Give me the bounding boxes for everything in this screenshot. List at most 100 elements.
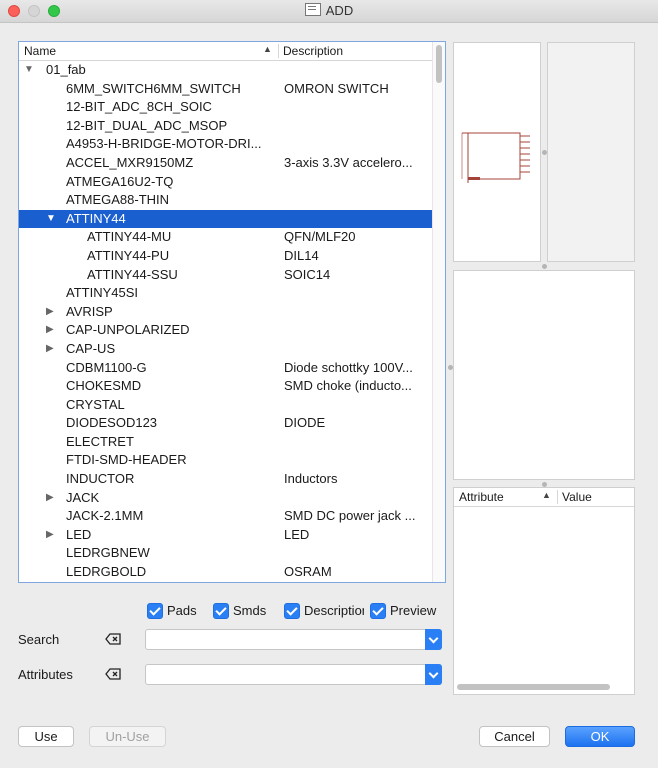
- tree-row[interactable]: DIODESOD123 DIODE: [19, 414, 433, 433]
- preview-bottom-handle[interactable]: [542, 264, 547, 269]
- ok-button[interactable]: OK: [565, 726, 635, 747]
- library-tree[interactable]: Name ▲ Description ▼ 01_fab 6MM_SWITCH6MM_…: [18, 41, 446, 583]
- attributes-label: Attributes: [18, 667, 73, 682]
- disclosure-expanded-icon[interactable]: ▼: [24, 61, 34, 80]
- use-button[interactable]: Use: [18, 726, 74, 747]
- tree-row[interactable]: INDUCTOR Inductors: [19, 470, 433, 489]
- tree-row[interactable]: FTDI-SMD-HEADER: [19, 451, 433, 470]
- tree-scroll-thumb[interactable]: [436, 45, 442, 83]
- tree-row[interactable]: ATTINY44-SSU SOIC14: [19, 266, 433, 285]
- search-combo[interactable]: [145, 629, 442, 650]
- attribute-table-header: Attribute ▲ Value: [454, 488, 634, 507]
- attributes-dropdown-button[interactable]: [425, 664, 442, 685]
- checkbox-checked-icon: [284, 603, 300, 619]
- tree-row-name: CAP-UNPOLARIZED: [66, 322, 190, 338]
- tree-row[interactable]: ▶ AVRISP: [19, 303, 433, 322]
- sort-ascending-icon: ▲: [542, 490, 551, 500]
- attributes-combo[interactable]: [145, 664, 442, 685]
- unuse-button[interactable]: Un-Use: [89, 726, 166, 747]
- window-title-area: ADD: [0, 3, 658, 18]
- window-title: ADD: [325, 3, 354, 18]
- tree-row-name: LEDRGBOLD: [66, 564, 147, 580]
- tree-row[interactable]: ▼ 01_fab: [19, 61, 433, 80]
- tree-row[interactable]: ▶ JACK: [19, 489, 433, 508]
- tree-row[interactable]: 6MM_SWITCH6MM_SWITCH OMRON SWITCH: [19, 80, 433, 99]
- tree-row-description: OMRON SWITCH: [284, 80, 389, 96]
- tree-row-name: CHOKESMD: [66, 378, 142, 394]
- tree-row-name: FTDI-SMD-HEADER: [66, 452, 187, 468]
- disclosure-collapsed-icon[interactable]: ▶: [46, 526, 54, 545]
- tree-row-name: INDUCTOR: [66, 471, 135, 487]
- tree-preview-split-handle[interactable]: [448, 365, 453, 370]
- name-column-header[interactable]: Name: [24, 44, 56, 58]
- tree-row-name: ATTINY44-PU: [87, 247, 170, 263]
- cancel-button[interactable]: Cancel: [479, 726, 550, 747]
- schematic-symbol-preview: [461, 132, 530, 183]
- tree-row[interactable]: CRYSTAL: [19, 396, 433, 415]
- tree-row[interactable]: ▶ LED LED: [19, 526, 433, 545]
- title-bar: ADD: [0, 0, 658, 23]
- clear-search-icon[interactable]: [105, 633, 121, 645]
- checkbox-checked-icon: [370, 603, 386, 619]
- tree-row-name: ATTINY44-SSU: [87, 266, 178, 282]
- tree-row[interactable]: ATTINY44-MU QFN/MLF20: [19, 228, 433, 247]
- tree-row[interactable]: CDBM1100-G Diode schottky 100V...: [19, 359, 433, 378]
- disclosure-collapsed-icon[interactable]: ▶: [46, 489, 54, 508]
- library-icon: [304, 3, 321, 16]
- disclosure-collapsed-icon[interactable]: ▶: [46, 303, 54, 322]
- tree-row-description: DIODE: [284, 415, 326, 431]
- tree-vertical-scrollbar[interactable]: [432, 42, 445, 582]
- tree-row-selected[interactable]: ▼ ATTINY44: [19, 209, 433, 229]
- tree-row-name: 12-BIT_DUAL_ADC_MSOP: [66, 117, 228, 133]
- tree-row-name: ATTINY44-MU: [87, 229, 172, 245]
- add-dialog: ADD Name ▲ Description ▼ 01_fab 6MM_SWITCH…: [0, 0, 658, 768]
- tree-row-name: JACK: [66, 489, 100, 505]
- column-divider[interactable]: [557, 490, 558, 504]
- clear-attributes-icon[interactable]: [105, 668, 121, 680]
- tree-row[interactable]: A4953-H-BRIDGE-MOTOR-DRI...: [19, 135, 433, 154]
- tree-row-description: SMD choke (inducto...: [284, 378, 412, 394]
- attribute-horizontal-scrollbar[interactable]: [457, 684, 610, 690]
- attribute-column-header[interactable]: Attribute: [459, 490, 504, 504]
- tree-rows: ▼ 01_fab 6MM_SWITCH6MM_SWITCH OMRON SWITCH 1…: [19, 61, 433, 582]
- checkbox-checked-icon: [213, 603, 229, 619]
- tree-row[interactable]: LEDRGBOLD OSRAM: [19, 563, 433, 582]
- tree-row[interactable]: JACK-2.1MM SMD DC power jack ...: [19, 507, 433, 526]
- search-dropdown-button[interactable]: [425, 629, 442, 650]
- tree-row-name: 6MM_SWITCH6MM_SWITCH: [66, 80, 241, 96]
- preview-split-handle[interactable]: [542, 150, 547, 155]
- tree-row-description: OSRAM: [284, 564, 332, 580]
- disclosure-collapsed-icon[interactable]: ▶: [46, 340, 54, 359]
- tree-row[interactable]: CHOKESMD SMD choke (inducto...: [19, 377, 433, 396]
- tree-row[interactable]: ATMEGA88-THIN: [19, 191, 433, 210]
- search-label: Search: [18, 632, 60, 647]
- tree-row[interactable]: LEDRGBNEW: [19, 544, 433, 563]
- tree-row[interactable]: 12-BIT_DUAL_ADC_MSOP: [19, 117, 433, 136]
- disclosure-expanded-icon[interactable]: ▼: [46, 210, 56, 229]
- value-column-header[interactable]: Value: [562, 490, 592, 504]
- tree-row-name: CAP-US: [66, 340, 116, 356]
- description-column-header[interactable]: Description: [283, 44, 343, 58]
- tree-row-description: Inductors: [284, 471, 338, 487]
- tree-row-name: CDBM1100-G: [66, 359, 147, 375]
- tree-row-description: Diode schottky 100V...: [284, 359, 413, 375]
- tree-row[interactable]: ▶ CAP-UNPOLARIZED: [19, 321, 433, 340]
- tree-row[interactable]: ELECTRET: [19, 433, 433, 452]
- tree-row-description: SMD DC power jack ...: [284, 508, 416, 524]
- tree-row[interactable]: 12-BIT_ADC_8CH_SOIC: [19, 98, 433, 117]
- pads-label: Pads: [167, 603, 197, 618]
- tree-row-description: 3-axis 3.3V accelero...: [284, 154, 413, 170]
- tree-row-name: JACK-2.1MM: [66, 508, 144, 524]
- tree-row-name: ACCEL_MXR9150MZ: [66, 154, 194, 170]
- tree-row[interactable]: ▶ CAP-US: [19, 340, 433, 359]
- tree-row[interactable]: ATTINY44-PU DIL14: [19, 247, 433, 266]
- column-divider[interactable]: [278, 44, 279, 58]
- attribute-table[interactable]: Attribute ▲ Value: [453, 487, 635, 695]
- tree-row[interactable]: ATTINY45SI: [19, 284, 433, 303]
- tree-row-name: ELECTRET: [66, 433, 134, 449]
- disclosure-collapsed-icon[interactable]: ▶: [46, 321, 54, 340]
- tree-row-name: ATMEGA16U2-TQ: [66, 173, 174, 189]
- description-label: Description: [304, 603, 364, 618]
- tree-row[interactable]: ACCEL_MXR9150MZ 3-axis 3.3V accelero...: [19, 154, 433, 173]
- tree-row[interactable]: ATMEGA16U2-TQ: [19, 173, 433, 192]
